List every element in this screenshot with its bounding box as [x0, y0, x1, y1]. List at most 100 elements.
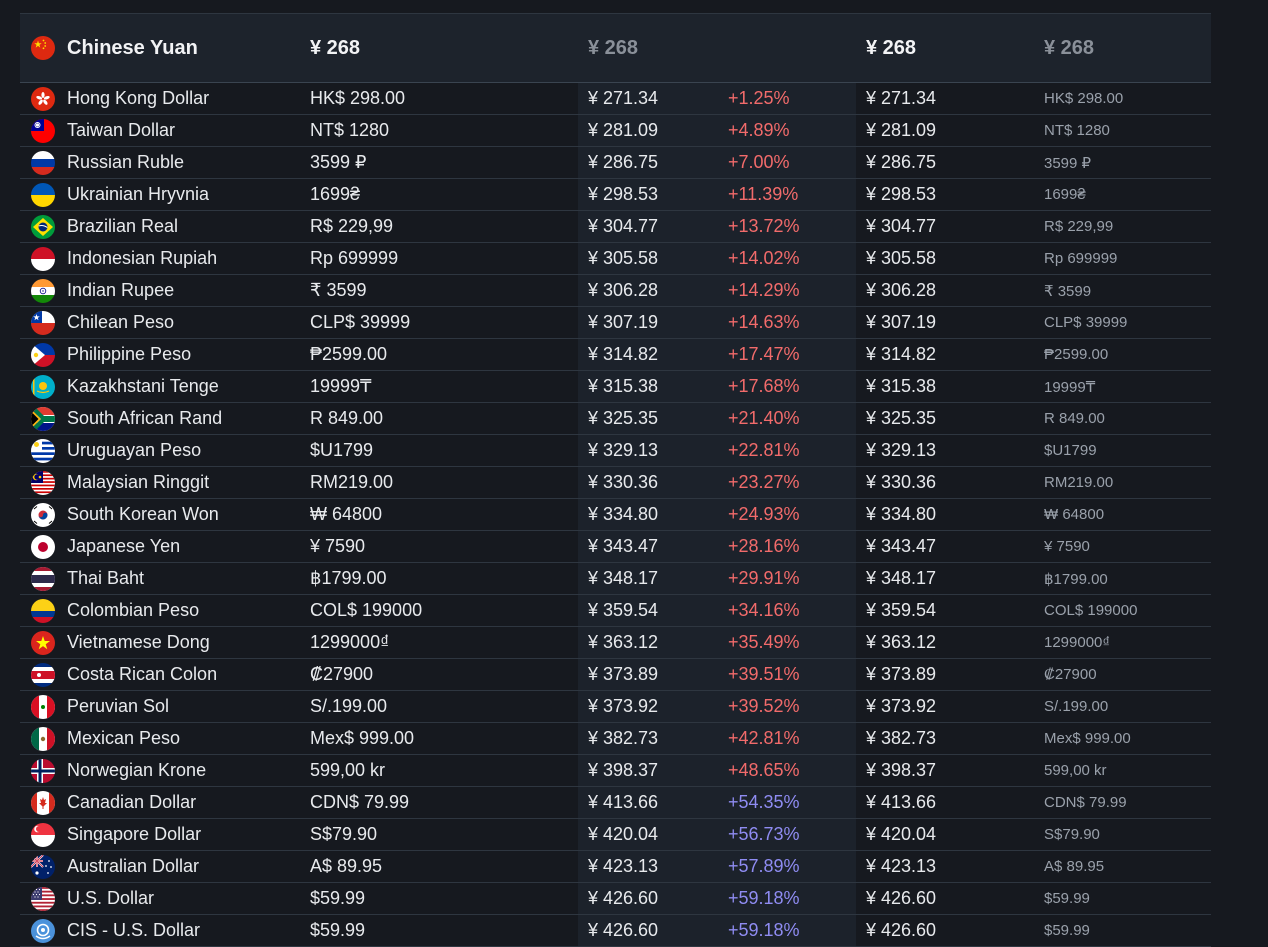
- price-comparison-table: Chinese Yuan ¥ 268 ¥ 268 ¥ 268 ¥ 268 Hon…: [20, 13, 1211, 947]
- currency-name: Norwegian Krone: [67, 760, 207, 780]
- converted-price-2: ¥ 314.82: [866, 344, 937, 364]
- currency-name: Australian Dollar: [67, 856, 200, 876]
- percent-difference: +28.16%: [728, 536, 800, 556]
- percent-difference: +4.89%: [728, 120, 790, 140]
- converted-price-2: ¥ 363.12: [866, 632, 937, 652]
- local-price: ₱2599.00: [310, 344, 388, 364]
- converted-price-2: ¥ 268: [866, 36, 917, 59]
- currency-row[interactable]: Japanese Yen ¥ 7590 ¥ 343.47 +28.16% ¥ 343.4…: [20, 531, 1211, 563]
- ph-flag-icon: [31, 342, 55, 367]
- currency-row[interactable]: Brazilian Real R$ 229,99 ¥ 304.77 +13.72% ¥ …: [20, 211, 1211, 243]
- local-price: 1299000₫: [310, 632, 390, 652]
- mx-flag-icon: [31, 726, 55, 751]
- currency-name: Taiwan Dollar: [67, 120, 176, 140]
- za-flag-icon: [31, 406, 55, 431]
- currency-row[interactable]: Vietnamese Dong 1299000₫ ¥ 363.12 +35.49% ¥ …: [20, 627, 1211, 659]
- currency-name: Indian Rupee: [67, 280, 175, 300]
- local-price: 3599 ₽: [310, 152, 367, 172]
- local-price-2: ₱2599.00: [1044, 346, 1109, 363]
- converted-price: ¥ 307.19: [588, 312, 659, 332]
- percent-difference: +29.91%: [728, 568, 800, 588]
- local-price: ₹ 3599: [310, 280, 367, 300]
- currency-name: Peruvian Sol: [67, 696, 170, 716]
- local-price: $59.99: [310, 888, 366, 908]
- currency-name: Mexican Peso: [67, 728, 181, 748]
- currency-row[interactable]: Singapore Dollar S$79.90 ¥ 420.04 +56.73% ¥ …: [20, 819, 1211, 851]
- currency-row[interactable]: Canadian Dollar CDN$ 79.99 ¥ 413.66 +54.35%…: [20, 787, 1211, 819]
- local-price: R 849.00: [310, 408, 384, 428]
- currency-row[interactable]: Indian Rupee ₹ 3599 ¥ 306.28 +14.29% ¥ 306.2…: [20, 275, 1211, 307]
- currency-row[interactable]: Taiwan Dollar NT$ 1280 ¥ 281.09 +4.89% ¥ 281…: [20, 115, 1211, 147]
- currency-row[interactable]: Chilean Peso CLP$ 39999 ¥ 307.19 +14.63% ¥ 3…: [20, 307, 1211, 339]
- currency-row[interactable]: Uruguayan Peso $U1799 ¥ 329.13 +22.81% ¥ 329…: [20, 435, 1211, 467]
- currency-row[interactable]: Ukrainian Hryvnia 1699₴ ¥ 298.53 +11.39% ¥ 2…: [20, 179, 1211, 211]
- percent-difference: +34.16%: [728, 600, 800, 620]
- currency-row[interactable]: Costa Rican Colon ₡27900 ¥ 373.89 +39.51% ¥ …: [20, 659, 1211, 691]
- local-price: $U1799: [310, 440, 374, 460]
- th-flag-icon: [31, 566, 55, 591]
- percent-difference: +54.35%: [728, 792, 800, 812]
- converted-price-2: ¥ 398.37: [866, 760, 937, 780]
- converted-price-2: ¥ 426.60: [866, 920, 937, 940]
- local-price-2: CLP$ 39999: [1044, 314, 1128, 331]
- currency-name: Thai Baht: [67, 568, 145, 588]
- currency-row[interactable]: Colombian Peso COL$ 199000 ¥ 359.54 +34.16%…: [20, 595, 1211, 627]
- local-price: Rp 699999: [310, 248, 399, 268]
- converted-price-2: ¥ 305.58: [866, 248, 937, 268]
- local-price: ₡27900: [310, 664, 374, 684]
- local-price-2: ¥ 268: [1044, 36, 1095, 59]
- local-price-2: $59.99: [1044, 922, 1090, 939]
- converted-price: ¥ 286.75: [588, 152, 659, 172]
- local-price: R$ 229,99: [310, 216, 394, 236]
- currency-name: Russian Ruble: [67, 152, 185, 172]
- converted-price-2: ¥ 420.04: [866, 824, 937, 844]
- currency-name: CIS - U.S. Dollar: [67, 920, 201, 940]
- local-price-2: R$ 229,99: [1044, 218, 1114, 235]
- vn-flag-icon: [31, 630, 55, 655]
- currency-row[interactable]: Russian Ruble 3599 ₽ ¥ 286.75 +7.00% ¥ 286.7…: [20, 147, 1211, 179]
- percent-difference: +39.51%: [728, 664, 800, 684]
- currency-row[interactable]: Philippine Peso ₱2599.00 ¥ 314.82 +17.47% ¥ …: [20, 339, 1211, 371]
- un-flag-icon: [31, 918, 55, 943]
- converted-price: ¥ 329.13: [588, 440, 659, 460]
- percent-difference: +56.73%: [728, 824, 800, 844]
- currency-row[interactable]: Kazakhstani Tenge 19999₸ ¥ 315.38 +17.68% ¥ …: [20, 371, 1211, 403]
- currency-row[interactable]: CIS - U.S. Dollar $59.99 ¥ 426.60 +59.18% ¥ …: [20, 915, 1211, 947]
- converted-price-2: ¥ 423.13: [866, 856, 937, 876]
- local-price: ¥ 268: [310, 36, 361, 59]
- converted-price: ¥ 363.12: [588, 632, 659, 652]
- currency-row[interactable]: Mexican Peso Mex$ 999.00 ¥ 382.73 +42.81% ¥ …: [20, 723, 1211, 755]
- uy-flag-icon: [31, 438, 55, 463]
- currency-name: Costa Rican Colon: [67, 664, 218, 684]
- percent-difference: +57.89%: [728, 856, 800, 876]
- currency-row[interactable]: South African Rand R 849.00 ¥ 325.35 +21.40…: [20, 403, 1211, 435]
- currency-name: Colombian Peso: [67, 600, 200, 620]
- converted-price: ¥ 304.77: [588, 216, 659, 236]
- co-flag-icon: [31, 598, 55, 623]
- currency-row[interactable]: Hong Kong Dollar HK$ 298.00 ¥ 271.34 +1.25%…: [20, 83, 1211, 115]
- currency-row[interactable]: South Korean Won ₩ 64800 ¥ 334.80 +24.93% ¥ …: [20, 499, 1211, 531]
- currency-row[interactable]: Indonesian Rupiah Rp 699999 ¥ 305.58 +14.02…: [20, 243, 1211, 275]
- local-price: Mex$ 999.00: [310, 728, 415, 748]
- converted-price-2: ¥ 307.19: [866, 312, 937, 332]
- currency-row[interactable]: U.S. Dollar $59.99 ¥ 426.60 +59.18% ¥ 426.60…: [20, 883, 1211, 915]
- local-price-2: 3599 ₽: [1044, 154, 1092, 172]
- converted-price-2: ¥ 373.89: [866, 664, 937, 684]
- currency-row[interactable]: Norwegian Krone 599,00 kr ¥ 398.37 +48.65% ¥…: [20, 755, 1211, 787]
- currency-name: Brazilian Real: [67, 216, 179, 236]
- currency-row[interactable]: Thai Baht ฿1799.00 ¥ 348.17 +29.91% ¥ 348.17…: [20, 563, 1211, 595]
- currency-row[interactable]: Peruvian Sol S/.199.00 ¥ 373.92 +39.52% ¥ 37…: [20, 691, 1211, 723]
- currency-row[interactable]: Malaysian Ringgit RM219.00 ¥ 330.36 +23.27%…: [20, 467, 1211, 499]
- local-price: S$79.90: [310, 824, 378, 844]
- cn-flag-icon: [31, 36, 55, 60]
- converted-price-2: ¥ 315.38: [866, 376, 937, 396]
- ua-flag-icon: [31, 182, 55, 207]
- local-price-2: A$ 89.95: [1044, 858, 1105, 875]
- ca-flag-icon: [31, 790, 55, 815]
- base-currency-row[interactable]: Chinese Yuan ¥ 268 ¥ 268 ¥ 268 ¥ 268: [20, 13, 1211, 83]
- currency-row[interactable]: Australian Dollar A$ 89.95 ¥ 423.13 +57.89%…: [20, 851, 1211, 883]
- pe-flag-icon: [31, 694, 55, 719]
- currency-name: Canadian Dollar: [67, 792, 197, 812]
- converted-price: ¥ 281.09: [588, 120, 659, 140]
- converted-price: ¥ 413.66: [588, 792, 659, 812]
